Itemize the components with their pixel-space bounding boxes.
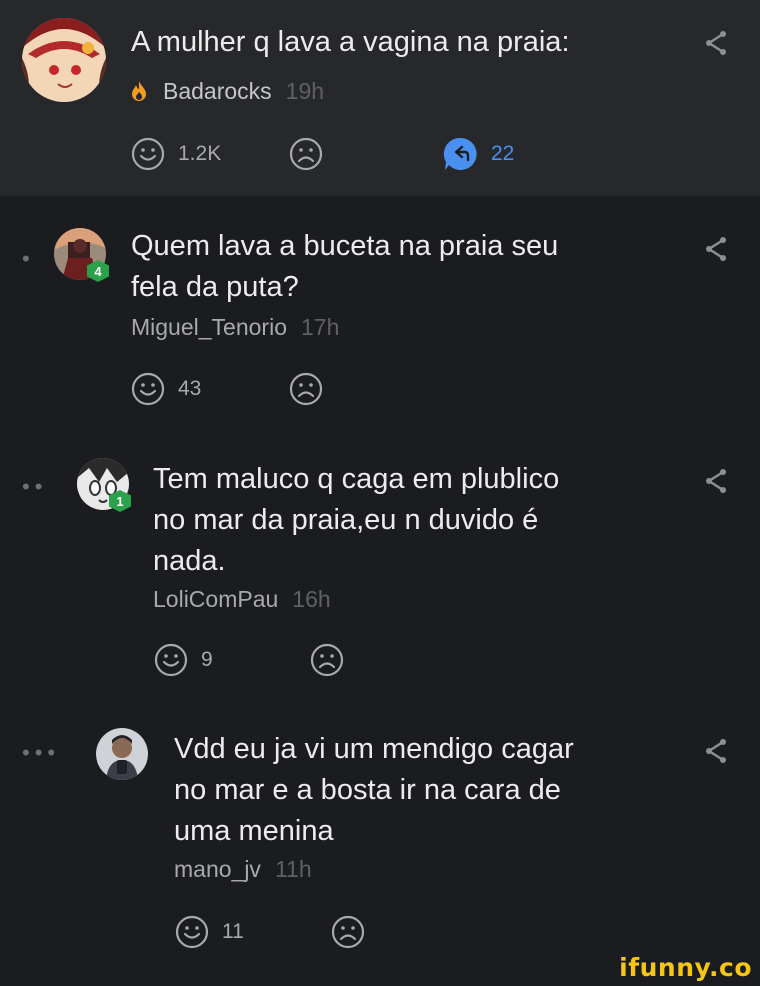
ifunny-watermark: ifunny.co	[619, 953, 752, 982]
comment-text: Tem maluco q caga em plublico no mar da …	[153, 459, 559, 582]
post-time: 19h	[285, 78, 325, 104]
post-author[interactable]: Badarocks	[163, 78, 272, 104]
avatar[interactable]	[96, 728, 148, 780]
flame-icon	[131, 80, 149, 107]
comment-author[interactable]: mano_jv	[174, 856, 261, 882]
smile-icon	[154, 643, 188, 677]
comment-line: Quem lava a buceta na praia seu	[131, 230, 559, 262]
comment-author[interactable]: Miguel_Tenorio	[131, 314, 287, 340]
comment-line: nada.	[153, 545, 226, 577]
share-icon[interactable]	[703, 236, 729, 262]
original-post: A mulher q lava a vagina na praia: Badar…	[0, 0, 760, 196]
smile-button[interactable]: 11	[174, 914, 244, 950]
comment-author-line: mano_jv 11h	[174, 856, 312, 883]
unsmile-button[interactable]	[288, 136, 324, 172]
comment-time: 11h	[274, 856, 312, 882]
avatar[interactable]	[22, 18, 106, 102]
unsmile-icon	[331, 915, 365, 949]
unsmile-icon	[310, 643, 344, 677]
post-title: A mulher q lava a vagina na praia:	[131, 26, 570, 58]
replies-button[interactable]: 22	[443, 136, 514, 172]
unsmile-icon	[289, 372, 323, 406]
reply-comment-level-1: • 4 Quem lava a buceta na praia seu fela…	[0, 196, 760, 432]
smile-icon	[131, 372, 165, 406]
reply-comment-level-2: •• 1 Tem maluco q caga em plublico no ma…	[0, 432, 760, 702]
smile-icon	[175, 915, 209, 949]
smile-count: 9	[201, 648, 213, 671]
replies-count: 22	[491, 142, 515, 165]
smile-button[interactable]: 1.2K	[130, 136, 221, 172]
unsmile-button[interactable]	[288, 371, 324, 407]
share-icon[interactable]	[703, 468, 729, 494]
share-icon[interactable]	[703, 738, 729, 764]
unsmile-icon	[289, 137, 323, 171]
comment-line: Vdd eu ja vi um mendigo cagar	[174, 733, 574, 765]
comment-time: 16h	[292, 586, 331, 612]
thread-depth-dots: •••	[22, 740, 61, 765]
smile-button[interactable]: 43	[130, 371, 201, 407]
comment-author[interactable]: LoliComPau	[153, 586, 278, 612]
smile-button[interactable]: 9	[153, 642, 213, 678]
share-icon[interactable]	[703, 30, 729, 56]
comment-line: fela da puta?	[131, 271, 299, 303]
thread-depth-dots: •	[22, 246, 35, 271]
comment-line: Tem maluco q caga em plublico	[153, 463, 560, 495]
smile-count: 11	[222, 920, 244, 943]
comment-text: Quem lava a buceta na praia seu fela da …	[131, 226, 558, 308]
thread-depth-dots: ••	[22, 474, 48, 499]
smile-icon	[131, 137, 165, 171]
comment-line: no mar da praia,eu n duvido é	[153, 504, 539, 536]
comment-line: uma menina	[174, 815, 334, 847]
reply-comment-level-3: ••• Vdd eu ja vi um mendigo cagar no mar…	[0, 702, 760, 986]
unsmile-button[interactable]	[309, 642, 345, 678]
post-author-line: Badarocks 19h	[131, 78, 324, 107]
smile-count: 1.2K	[178, 142, 222, 165]
comment-text: Vdd eu ja vi um mendigo cagar no mar e a…	[174, 729, 574, 852]
comment-author-line: LoliComPau 16h	[153, 586, 331, 613]
reply-icon	[443, 137, 477, 170]
comment-line: no mar e a bosta ir na cara de	[174, 774, 561, 806]
smile-count: 43	[178, 377, 202, 400]
comment-author-line: Miguel_Tenorio 17h	[131, 314, 339, 341]
comment-time: 17h	[300, 314, 340, 340]
unsmile-button[interactable]	[330, 914, 366, 950]
